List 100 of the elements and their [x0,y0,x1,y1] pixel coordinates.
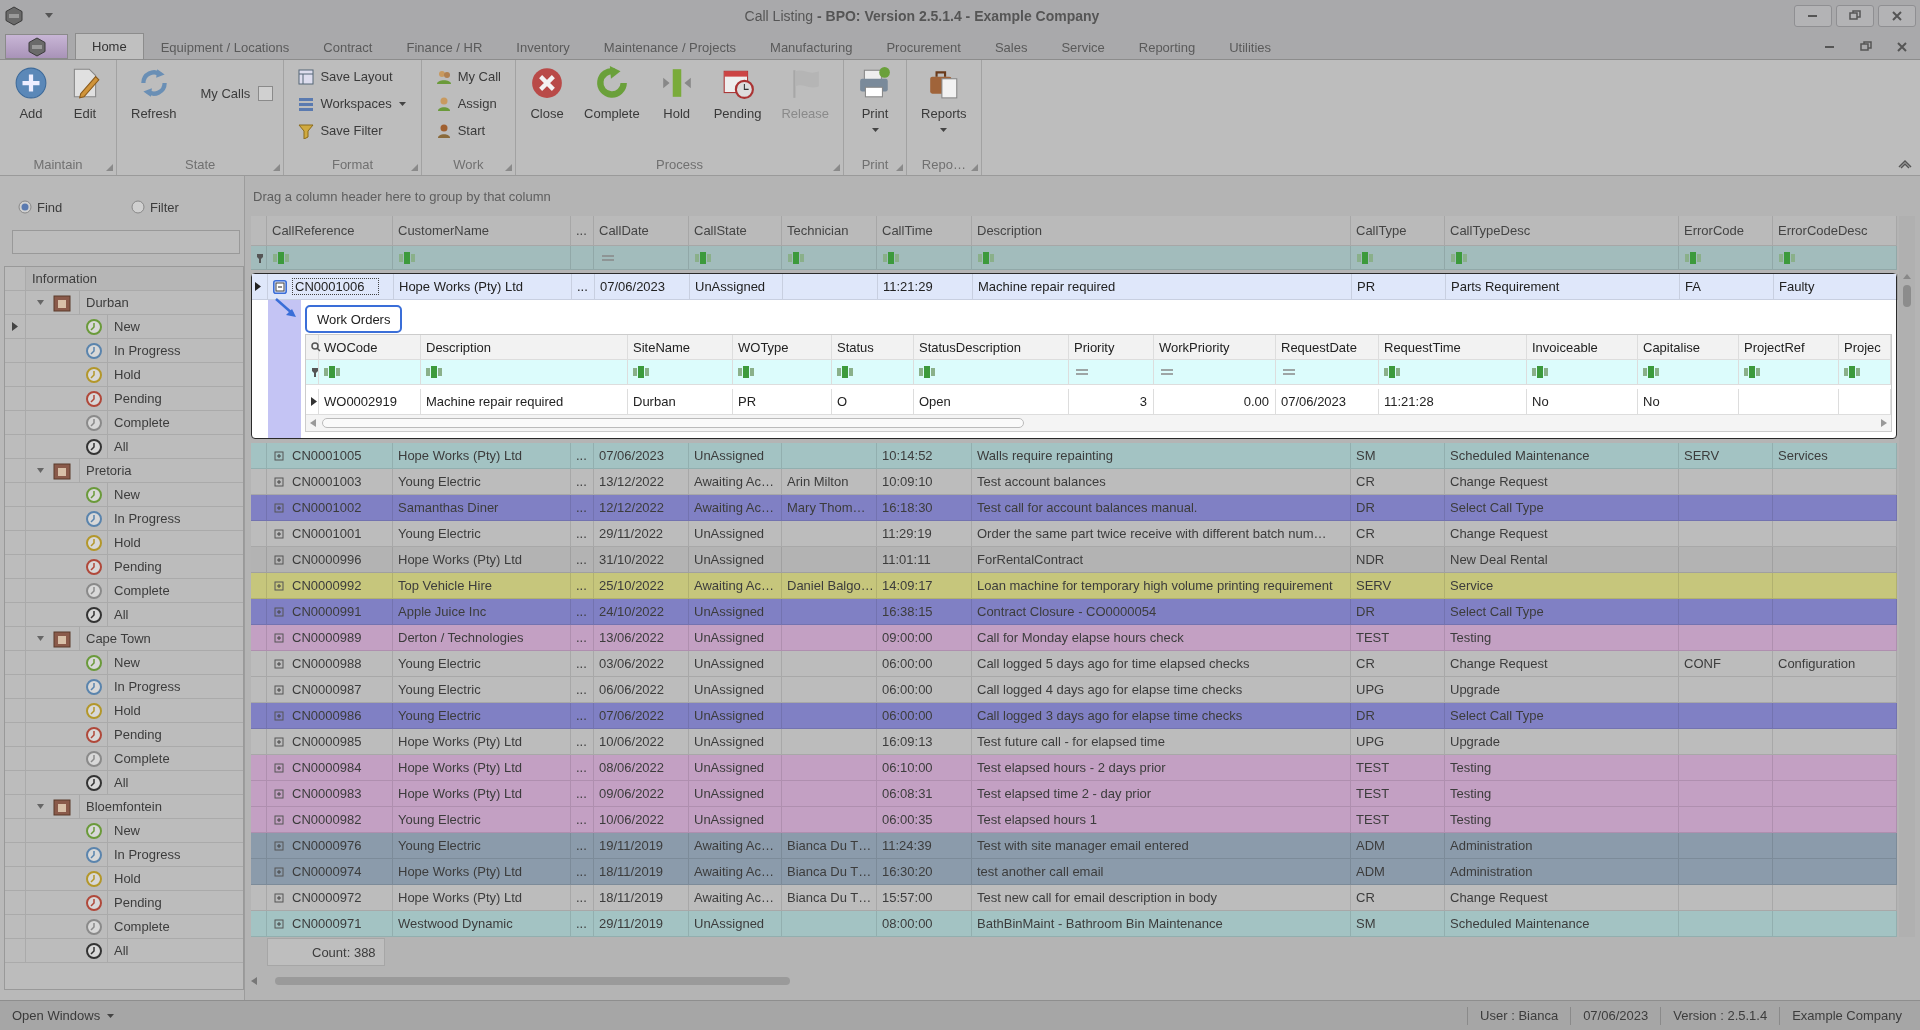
tree-item[interactable]: Pending [107,891,243,914]
expand-icon[interactable] [272,708,286,723]
expand-icon[interactable] [272,604,286,619]
dialog-launcher-icon[interactable] [106,164,113,171]
radio-button[interactable] [131,200,145,214]
tree-item[interactable]: Hold [107,867,243,890]
tree-item[interactable]: Complete [107,411,243,434]
dialog-launcher-icon[interactable] [970,164,978,171]
open-windows-button[interactable]: Open Windows [6,1007,122,1024]
tree-item[interactable]: In Progress [107,675,243,698]
dialog-launcher-icon[interactable] [896,164,904,171]
tree-item[interactable]: Durban [79,291,243,314]
expand-icon[interactable] [272,890,286,905]
tree-item[interactable]: Pending [107,723,243,746]
tree-item[interactable]: Pretoria [79,459,243,482]
collapse-ribbon-icon[interactable] [1898,159,1912,169]
ribbon-button[interactable]: Edit [58,64,112,148]
tree-item[interactable]: New [107,819,243,842]
tree-item[interactable]: Hold [107,363,243,386]
expand-icon[interactable] [272,812,286,827]
filter-cell[interactable] [1638,360,1739,385]
tree-item[interactable]: Complete [107,747,243,770]
filter-cell[interactable] [1069,360,1154,385]
expand-icon[interactable] [272,682,286,697]
filter-cell[interactable] [1379,360,1527,385]
ribbon-button[interactable]: Reports [911,64,977,148]
expand-icon[interactable] [272,734,286,749]
filter-cell[interactable] [733,360,832,385]
tree-item[interactable]: Pending [107,555,243,578]
dialog-launcher-icon[interactable] [505,164,512,171]
ribbon-button[interactable]: Save Layout [294,64,411,89]
ribbon-button[interactable]: My Call [431,64,505,89]
expand-icon[interactable] [272,578,286,593]
dialog-launcher-icon[interactable] [410,164,418,171]
tree-item[interactable]: Hold [107,699,243,722]
ribbon-button[interactable]: Save Filter [294,118,411,143]
tree-item[interactable]: New [107,315,243,338]
expand-icon[interactable] [272,526,286,541]
filter-cell[interactable] [1527,360,1638,385]
dropdown-caret-icon[interactable] [44,12,54,20]
expand-icon[interactable] [272,838,286,853]
filter-cell[interactable] [914,360,1069,385]
detail-tab[interactable]: Work Orders [305,305,403,333]
tree-item[interactable]: In Progress [107,339,243,362]
radio-button[interactable] [18,200,32,214]
filter-cell[interactable] [832,360,914,385]
expand-icon[interactable] [272,760,286,775]
ribbon-button[interactable]: Assign [431,91,505,116]
tree-item[interactable]: New [107,483,243,506]
expand-icon[interactable] [272,864,286,879]
expand-icon[interactable] [272,630,286,645]
ribbon-button[interactable]: Close [520,64,574,148]
collapse-caret-icon[interactable] [36,466,45,475]
tree-item[interactable]: All [107,939,243,962]
dialog-launcher-icon[interactable] [273,164,281,171]
expand-icon[interactable] [272,552,286,567]
checkbox[interactable] [258,86,274,101]
tree-item[interactable]: Pending [107,387,243,410]
ribbon-button[interactable]: Add [4,64,58,148]
expand-icon[interactable] [272,656,286,671]
search-field[interactable] [12,230,240,254]
tree-item[interactable]: Bloemfontein [79,795,243,818]
tree-item[interactable]: All [107,435,243,458]
expand-icon[interactable] [272,786,286,801]
close-button[interactable] [1878,5,1916,27]
search-icon[interactable] [311,342,321,352]
tree-item[interactable]: Complete [107,915,243,938]
ribbon-button[interactable]: Refresh [121,64,187,148]
menu-tab[interactable]: Home [75,33,144,59]
filter-cell[interactable] [1276,360,1379,385]
tree-item[interactable]: Cape Town [79,627,243,650]
ribbon-button[interactable]: Print [848,64,903,148]
tree-item[interactable]: Complete [107,579,243,602]
collapse-icon[interactable] [273,279,287,294]
collapse-caret-icon[interactable] [36,298,45,307]
collapse-caret-icon[interactable] [36,802,45,811]
minimize-button[interactable] [1794,5,1832,27]
restore-button[interactable] [1836,5,1874,27]
application-button[interactable] [5,34,68,59]
tree-item[interactable]: All [107,603,243,626]
menu-tab[interactable]: Service [1044,35,1122,59]
expand-icon[interactable] [272,500,286,515]
tree-item[interactable]: Hold [107,531,243,554]
dialog-launcher-icon[interactable] [833,164,841,171]
expand-icon[interactable] [272,448,286,463]
expand-icon[interactable] [272,474,286,489]
ribbon-button[interactable]: Start [431,118,505,143]
filter-cell[interactable] [421,360,628,385]
filter-cell[interactable] [628,360,733,385]
scroll-thumb[interactable] [1903,285,1911,307]
tree-item[interactable]: In Progress [107,843,243,866]
tree-item[interactable]: All [107,771,243,794]
ribbon-button[interactable]: Complete [574,64,650,148]
collapse-caret-icon[interactable] [36,634,45,643]
filter-cell[interactable] [1154,360,1276,385]
horizontal-scrollbar[interactable] [306,415,1891,431]
filter-cell[interactable] [319,360,421,385]
tree-item[interactable]: New [107,651,243,674]
tree-item[interactable]: In Progress [107,507,243,530]
expand-icon[interactable] [272,916,286,931]
